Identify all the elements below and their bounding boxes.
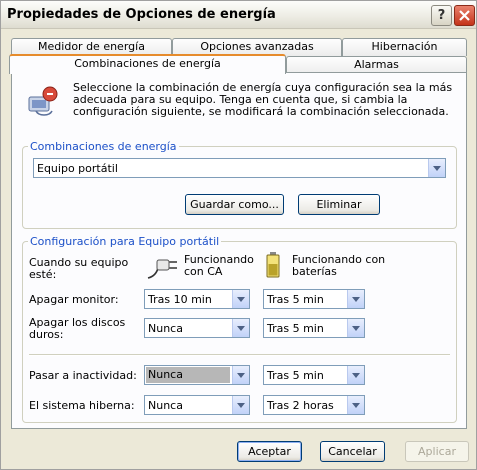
ac-plug-icon <box>147 259 177 279</box>
chevron-down-icon[interactable] <box>232 319 249 337</box>
chevron-down-icon[interactable] <box>347 290 364 308</box>
chevron-down-icon[interactable] <box>347 366 364 384</box>
hibernate-label: El sistema hiberna: <box>29 399 135 412</box>
select-value: Nunca <box>148 399 183 412</box>
monitor-off-ac-select[interactable]: Tras 10 min <box>144 289 250 309</box>
divider <box>29 354 450 356</box>
select-value: Tras 5 min <box>267 369 324 382</box>
power-schemes-icon <box>28 86 58 116</box>
disks-off-battery-select[interactable]: Tras 5 min <box>263 318 365 338</box>
scheme-select[interactable]: Equipo portátil <box>33 158 446 178</box>
standby-label: Pasar a inactividad: <box>29 369 137 382</box>
monitor-off-label: Apagar monitor: <box>29 293 119 306</box>
tab-label: Opciones avanzadas <box>200 40 314 53</box>
tab-power-schemes[interactable]: Combinaciones de energía <box>9 54 286 74</box>
title-bar[interactable]: Propiedades de Opciones de energía ? <box>1 1 476 29</box>
select-value: Nunca <box>146 367 230 383</box>
select-value: Tras 5 min <box>267 322 324 335</box>
window-title: Propiedades de Opciones de energía <box>7 7 276 22</box>
select-value: Nunca <box>148 322 183 335</box>
schemes-group: Combinaciones de energía Equipo portátil… <box>22 140 457 229</box>
tab-label: Alarmas <box>354 58 399 71</box>
standby-battery-select[interactable]: Tras 5 min <box>263 365 365 385</box>
ac-label: Funcionando con CA <box>184 253 254 278</box>
chevron-down-icon[interactable] <box>232 396 249 414</box>
tab-label: Medidor de energía <box>38 40 145 53</box>
hibernate-ac-select[interactable]: Nunca <box>144 395 250 415</box>
monitor-off-battery-select[interactable]: Tras 5 min <box>263 289 365 309</box>
scheme-select-value: Equipo portátil <box>37 162 118 175</box>
when-label: Cuando su equipo esté: <box>29 256 129 281</box>
chevron-down-icon[interactable] <box>347 396 364 414</box>
close-icon <box>459 10 470 21</box>
tab-label: Combinaciones de energía <box>74 57 221 70</box>
settings-group: Configuración para Equipo portátil Cuand… <box>22 235 457 423</box>
group-title: Configuración para Equipo portátil <box>28 235 222 248</box>
power-options-dialog: Propiedades de Opciones de energía ? Med… <box>0 0 477 470</box>
select-value: Tras 5 min <box>267 293 324 306</box>
tab-panel: Seleccione la combinación de energía cuy… <box>11 72 467 429</box>
select-value: Tras 10 min <box>148 293 212 306</box>
cancel-button[interactable]: Cancelar <box>320 441 385 462</box>
disks-off-label: Apagar los discos duros: <box>29 316 126 341</box>
hibernate-battery-select[interactable]: Tras 2 horas <box>263 395 365 415</box>
delete-button[interactable]: Eliminar <box>298 194 380 215</box>
chevron-down-icon[interactable] <box>347 319 364 337</box>
disks-off-ac-select[interactable]: Nunca <box>144 318 250 338</box>
chevron-down-icon[interactable] <box>232 366 249 384</box>
intro-text: Seleccione la combinación de energía cuy… <box>73 81 453 118</box>
save-as-button[interactable]: Guardar como... <box>185 194 284 215</box>
help-button[interactable]: ? <box>431 5 452 26</box>
group-title: Combinaciones de energía <box>28 140 179 153</box>
tab-hibernation[interactable]: Hibernación <box>342 38 467 56</box>
close-button[interactable] <box>454 5 475 26</box>
chevron-down-icon[interactable] <box>428 159 445 177</box>
apply-button: Aplicar <box>405 441 469 462</box>
select-value: Tras 2 horas <box>267 399 334 412</box>
tab-label: Hibernación <box>371 40 438 53</box>
ok-button[interactable]: Aceptar <box>237 441 302 462</box>
battery-label: Funcionando con baterías <box>292 253 386 278</box>
help-icon: ? <box>437 8 446 23</box>
standby-ac-select[interactable]: Nunca <box>144 365 250 385</box>
battery-icon <box>266 252 280 278</box>
chevron-down-icon[interactable] <box>232 290 249 308</box>
